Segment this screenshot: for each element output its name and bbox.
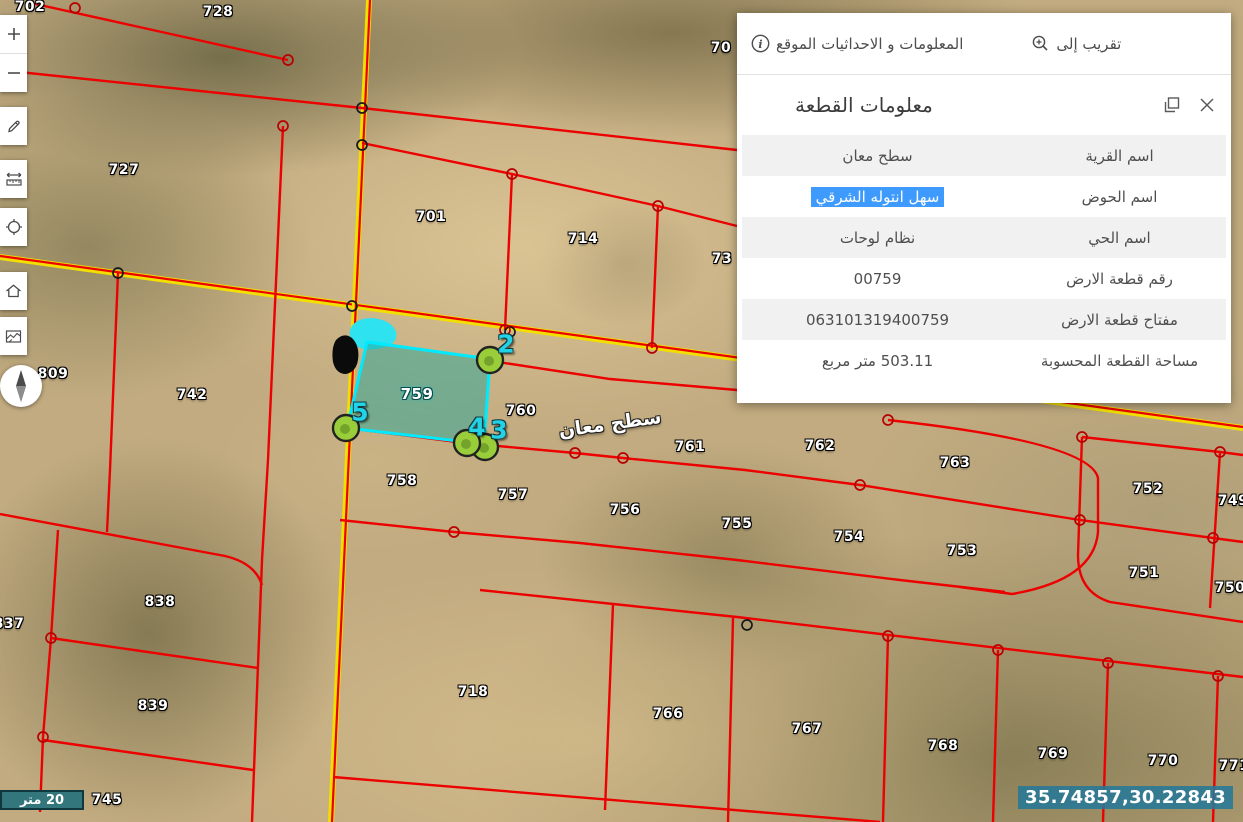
parcel-label-752: 752: [1133, 481, 1164, 497]
hod-name-value: سهل انتوله الشرقي: [742, 176, 1013, 217]
scale-bar: 20 متر: [0, 790, 84, 810]
parcel-label-701: 701: [416, 209, 447, 225]
coordinates-readout: 35.74857,30.22843: [1018, 786, 1233, 809]
home-icon: [5, 283, 22, 299]
parcel-label-754: 754: [834, 529, 865, 545]
parcel-label-767: 767: [792, 721, 823, 737]
zoom-to-label: تقريب إلى: [1056, 35, 1121, 53]
parcel-label-728: 728: [203, 4, 234, 20]
vertex-number-5: 5: [351, 398, 368, 427]
dock-panel-button[interactable]: [1163, 96, 1181, 114]
parcel-key-value: 063101319400759: [742, 299, 1013, 340]
compass-needle-icon: [11, 369, 31, 403]
parcel-label-742: 742: [177, 387, 208, 403]
vertex-number-2: 2: [497, 330, 514, 359]
parcel-label-714: 714: [568, 231, 599, 247]
parcel-info-panel: i المعلومات و الاحداثيات الموقع تقريب إل…: [737, 13, 1231, 403]
parcel-label-727: 727: [109, 162, 140, 178]
ruler-icon: [5, 171, 23, 187]
parcel-label-769: 769: [1038, 746, 1069, 762]
svg-text:i: i: [758, 38, 762, 51]
parcel-label-761: 761: [675, 439, 706, 455]
draw-button[interactable]: [0, 107, 27, 145]
parcel-label-73: 73: [712, 251, 732, 267]
black-sketch-blob: [332, 335, 358, 374]
info-coordinates-button[interactable]: i المعلومات و الاحداثيات الموقع: [751, 34, 963, 53]
village-name-label: اسم القرية: [1013, 135, 1226, 176]
table-row: نظام لوحاتاسم الحي: [742, 217, 1226, 258]
panel-title: معلومات القطعة: [795, 93, 933, 117]
parcel-label-770: 770: [1148, 753, 1179, 769]
close-panel-button[interactable]: [1199, 97, 1215, 113]
parcel-label-70: 70: [711, 40, 731, 56]
close-icon: [1199, 97, 1215, 113]
parcel-label-837: 837: [0, 616, 24, 632]
parcel-label-753: 753: [947, 543, 978, 559]
parcel-label-756: 756: [610, 502, 641, 518]
locate-button[interactable]: [0, 208, 27, 246]
basemap-button[interactable]: [0, 317, 27, 355]
parcel-label-760: 760: [506, 403, 537, 419]
parcel-label-809: 809: [38, 366, 69, 382]
parcel-label-757: 757: [498, 487, 529, 503]
village-name-value: سطح معان: [742, 135, 1013, 176]
measure-button[interactable]: [0, 160, 27, 198]
hod-name-label: اسم الحوض: [1013, 176, 1226, 217]
parcel-label-771: 771: [1219, 758, 1243, 774]
info-coordinates-label: المعلومات و الاحداثيات الموقع: [776, 35, 963, 53]
vertex-inner-dot: [340, 424, 350, 434]
table-row: 503.11 متر مربعمساحة القطعة المحسوبة: [742, 340, 1226, 381]
parcel-info-table: سطح معاناسم القرية سهل انتوله الشرقياسم …: [742, 135, 1226, 381]
table-row: 063101319400759مفتاح قطعة الارض: [742, 299, 1226, 340]
plus-icon: [6, 26, 22, 42]
parcel-label-838: 838: [145, 594, 176, 610]
parcel-label-755: 755: [722, 516, 753, 532]
magnifier-plus-icon: [1031, 34, 1050, 53]
minus-icon: [6, 65, 22, 81]
parcel-number-value: 00759: [742, 258, 1013, 299]
compass-button[interactable]: [0, 365, 42, 407]
selected-parcel-number-label: 759: [401, 385, 434, 403]
zoom-in-button[interactable]: [0, 15, 27, 53]
map-viewport[interactable]: 702 728 70 727 701 714 73 809 742 760 761 762 763 752…: [0, 0, 1243, 822]
parcel-label-750: 750: [1215, 580, 1243, 596]
parcel-label-766: 766: [653, 706, 684, 722]
pencil-icon: [6, 118, 22, 134]
crosshair-icon: [5, 218, 23, 236]
parcel-label-839: 839: [138, 698, 169, 714]
panel-action-bar: i المعلومات و الاحداثيات الموقع تقريب إل…: [737, 13, 1231, 75]
parcel-number-label: رقم قطعة الارض: [1013, 258, 1226, 299]
home-button[interactable]: [0, 272, 27, 310]
copy-icon: [1163, 96, 1181, 114]
parcel-label-745: 745: [92, 792, 123, 808]
table-row: 00759رقم قطعة الارض: [742, 258, 1226, 299]
computed-area-value: 503.11 متر مربع: [742, 340, 1013, 381]
parcel-label-768: 768: [928, 738, 959, 754]
parcel-label-702: 702: [15, 0, 46, 15]
vertex-number-4: 4: [468, 413, 485, 442]
vertex-number-3: 3: [490, 416, 507, 445]
parcel-label-762: 762: [805, 438, 836, 454]
zoom-control-group: [0, 15, 27, 92]
parcel-label-749: 749: [1218, 493, 1243, 509]
zoom-to-button[interactable]: تقريب إلى: [1031, 34, 1121, 53]
vertex-inner-dot: [484, 356, 494, 366]
basemap-icon: [5, 329, 22, 344]
computed-area-label: مساحة القطعة المحسوبة: [1013, 340, 1226, 381]
district-name-value: نظام لوحات: [742, 217, 1013, 258]
zoom-out-button[interactable]: [0, 54, 27, 92]
table-row: سهل انتوله الشرقياسم الحوض: [742, 176, 1226, 217]
parcel-label-758: 758: [387, 473, 418, 489]
parcel-label-763: 763: [940, 455, 971, 471]
info-icon: i: [751, 34, 770, 53]
parcel-label-751: 751: [1129, 565, 1160, 581]
table-row: سطح معاناسم القرية: [742, 135, 1226, 176]
parcel-label-718: 718: [458, 684, 489, 700]
district-name-label: اسم الحي: [1013, 217, 1226, 258]
parcel-key-label: مفتاح قطعة الارض: [1013, 299, 1226, 340]
